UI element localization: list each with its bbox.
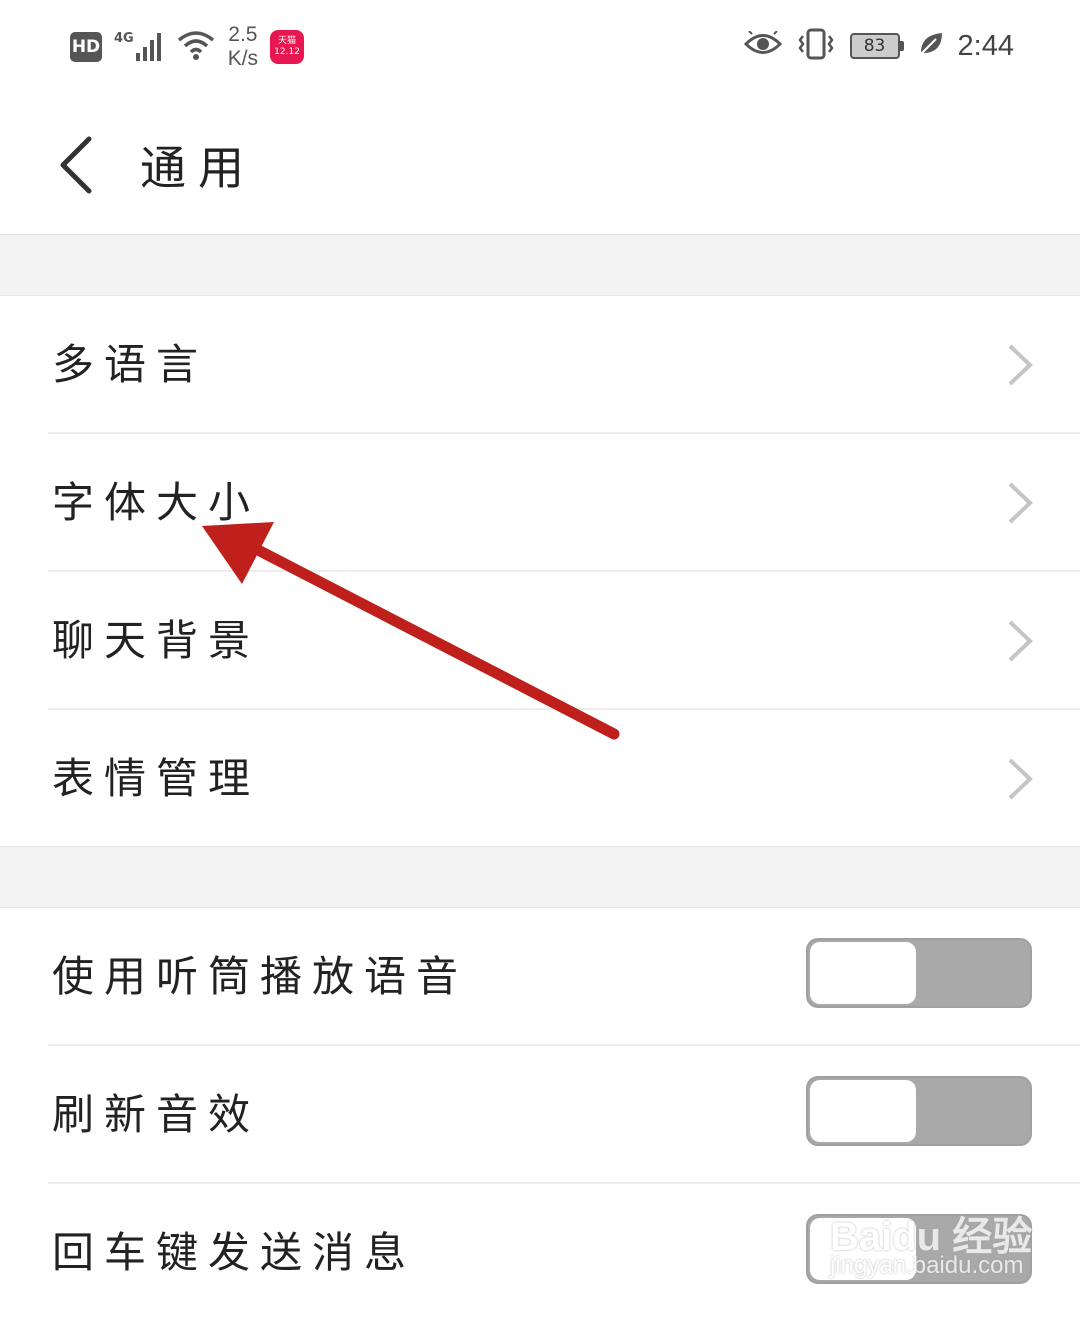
leaf-icon <box>918 31 944 61</box>
app-header: 通用 <box>0 92 1080 234</box>
back-button[interactable] <box>40 120 110 210</box>
row-label: 多语言 <box>52 340 209 389</box>
section-spacer <box>0 234 1080 296</box>
signal-icon: 4G <box>114 31 164 63</box>
baidu-watermark: Baidu 经验 jingyan.baidu.com <box>826 1180 1056 1290</box>
network-type-label: 4G <box>114 31 134 46</box>
network-speed-value: 2.5 <box>228 23 258 46</box>
toggle-knob <box>810 1080 916 1142</box>
row-label: 表情管理 <box>52 754 261 803</box>
settings-row-earpiece-playback: 使用听筒播放语音 <box>0 908 1080 1046</box>
section-spacer <box>0 846 1080 908</box>
row-label: 字体大小 <box>52 478 261 527</box>
network-speed: 2.5 K/s <box>228 23 258 71</box>
chevron-right-icon <box>1008 620 1033 662</box>
row-label: 使用听筒播放语音 <box>52 952 469 1001</box>
network-speed-unit: K/s <box>227 47 259 70</box>
settings-row-font-size[interactable]: 字体大小 <box>0 434 1080 572</box>
row-label: 刷新音效 <box>52 1090 261 1139</box>
tmall-badge-top: 天猫 <box>278 36 297 46</box>
refresh-sound-toggle[interactable] <box>806 1076 1032 1146</box>
back-arrow-icon <box>60 136 92 194</box>
row-label: 回车键发送消息 <box>52 1228 417 1277</box>
chevron-right-icon <box>1008 344 1033 386</box>
earpiece-playback-toggle[interactable] <box>806 938 1032 1008</box>
page-title: 通用 <box>140 141 256 195</box>
settings-row-language[interactable]: 多语言 <box>0 296 1080 434</box>
tmall-badge-bottom: 12.12 <box>274 47 300 57</box>
chevron-right-icon <box>1008 482 1033 524</box>
eye-comfort-icon <box>743 30 782 61</box>
status-right: 83 2:44 <box>743 26 1014 66</box>
chevron-right-icon <box>1008 758 1033 800</box>
toggle-knob <box>810 942 916 1004</box>
status-time: 2:44 <box>957 29 1014 62</box>
wifi-icon <box>176 28 216 66</box>
battery-icon: 83 <box>849 33 904 59</box>
tmall-notification-icon: 天猫 12.12 <box>270 30 305 64</box>
status-left: HD 4G 2.5 K/s 天猫 12.12 <box>70 22 305 72</box>
vibrate-icon <box>796 28 836 64</box>
settings-row-chat-background[interactable]: 聊天背景 <box>0 572 1080 710</box>
row-label: 聊天背景 <box>52 616 261 665</box>
hd-badge: HD <box>70 32 102 62</box>
settings-row-emoji-management[interactable]: 表情管理 <box>0 710 1080 848</box>
status-bar: HD 4G 2.5 K/s 天猫 12.12 83 2:44 <box>0 0 1080 92</box>
watermark-site: jingyan.baidu.com <box>830 1252 1024 1279</box>
settings-row-refresh-sound: 刷新音效 <box>0 1046 1080 1184</box>
